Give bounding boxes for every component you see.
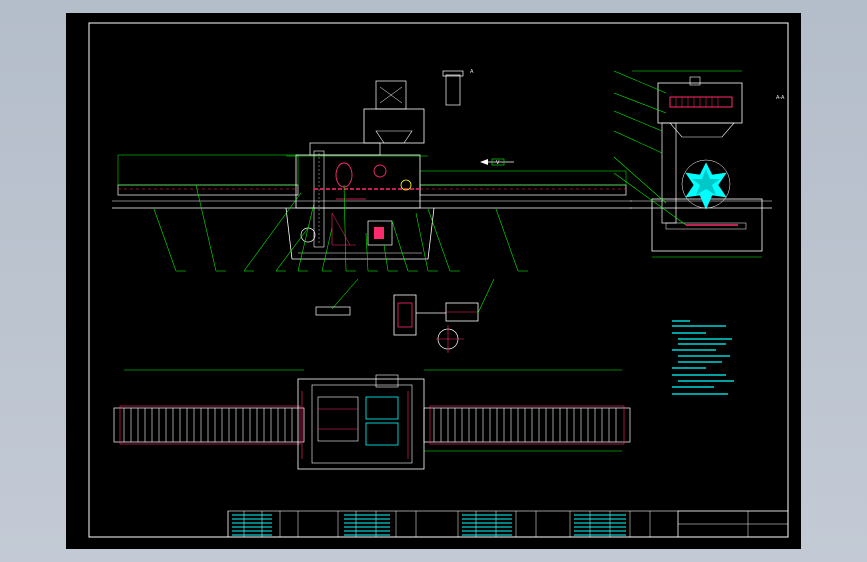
drawing-sheet[interactable]: V A A-A [66, 13, 801, 549]
plan-wheel-housing-2 [365, 422, 399, 446]
plan-wheel-housing-1 [365, 396, 399, 420]
right-roller-conveyor [419, 184, 627, 196]
elevation-leaders [153, 184, 528, 310]
plan-right-rollers [433, 408, 617, 442]
section-tag: A-A [776, 95, 785, 101]
blast-wheel-1 [335, 162, 353, 188]
plan-machine-body [297, 378, 425, 470]
title-block [227, 510, 789, 538]
technical-notes [672, 320, 734, 395]
shot-hopper [363, 108, 425, 144]
left-roller-conveyor [117, 184, 299, 196]
right-workpiece-envelope [419, 170, 627, 186]
side-leaders [613, 70, 687, 226]
cad-viewport[interactable]: V A A-A [0, 0, 867, 562]
detail-view [393, 278, 495, 353]
plan-left-conveyor [113, 407, 305, 443]
side-section-view: A-A [613, 70, 785, 258]
dust-collector [445, 74, 461, 106]
title-block-cells [227, 511, 679, 537]
elevation-tag: A [470, 69, 474, 75]
left-workpiece-envelope [117, 154, 299, 186]
flow-label: V [496, 160, 500, 166]
front-elevation: V A [112, 69, 632, 316]
drawing-frame [88, 22, 789, 538]
blast-wheel-2 [373, 164, 387, 178]
plan-left-rollers [123, 408, 293, 442]
drawing-canvas: V A A-A [88, 22, 789, 538]
plan-view [113, 369, 631, 470]
blast-chamber [295, 154, 421, 209]
foundation-pit [285, 207, 435, 260]
